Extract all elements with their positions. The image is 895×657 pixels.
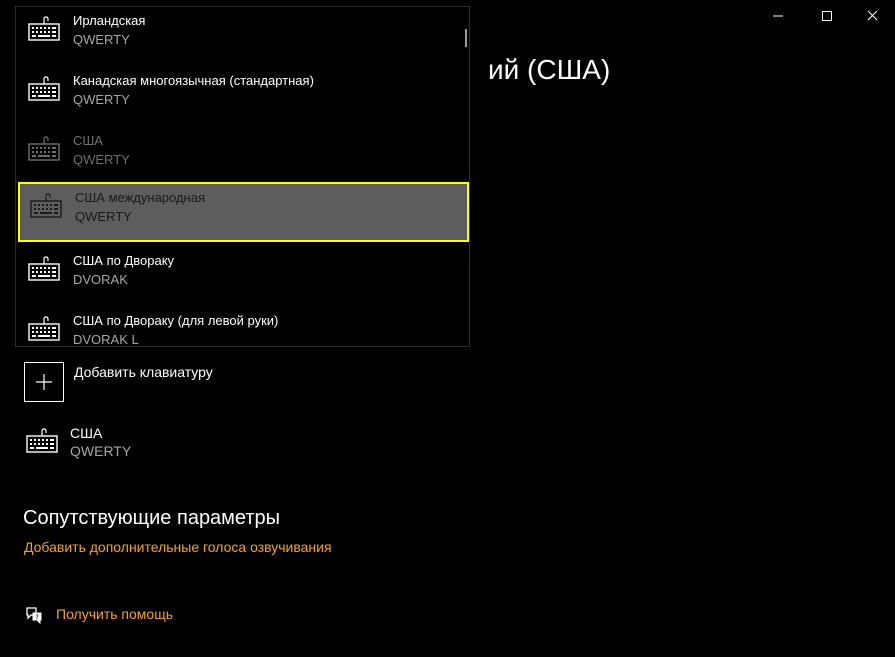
keyboard-icon bbox=[28, 256, 60, 281]
help-chat-icon: ? bbox=[26, 607, 42, 625]
keyboard-icon bbox=[28, 76, 60, 101]
dropdown-item[interactable]: Ирландская QWERTY bbox=[16, 7, 466, 65]
get-help-link[interactable]: ? Получить помощь bbox=[24, 604, 224, 626]
svg-text:?: ? bbox=[35, 614, 39, 622]
dropdown-item-name: США bbox=[73, 133, 103, 148]
keyboard-icon bbox=[26, 428, 58, 453]
keyboard-icon bbox=[28, 316, 60, 341]
dropdown-item-layout: QWERTY bbox=[73, 32, 130, 47]
add-keyboard-box bbox=[24, 362, 64, 402]
dropdown-item-name: США по Двораку (для левой руки) bbox=[73, 313, 279, 328]
dropdown-item[interactable]: США по Двораку (для левой руки) DVORAK L bbox=[16, 305, 466, 347]
close-icon bbox=[867, 10, 878, 21]
installed-keyboard-name: США bbox=[70, 425, 103, 441]
dropdown-item-layout: DVORAK L bbox=[73, 332, 139, 347]
dropdown-item-layout: QWERTY bbox=[73, 152, 130, 167]
minimize-button[interactable] bbox=[755, 0, 801, 32]
add-voices-link[interactable]: Добавить дополнительные голоса озвучиван… bbox=[24, 539, 332, 555]
dropdown-item-name: Канадская многоязычная (стандартная) bbox=[73, 73, 314, 88]
keyboard-icon bbox=[28, 136, 60, 161]
dropdown-item[interactable]: Канадская многоязычная (стандартная) QWE… bbox=[16, 65, 466, 125]
installed-keyboard-item[interactable]: США QWERTY bbox=[24, 424, 424, 464]
dropdown-item-disabled: США QWERTY bbox=[16, 125, 466, 185]
plus-icon bbox=[36, 374, 52, 390]
dropdown-item[interactable]: США по Двораку DVORAK bbox=[16, 245, 466, 305]
keyboard-icon bbox=[28, 16, 60, 41]
dropdown-item-layout: QWERTY bbox=[75, 209, 132, 224]
add-keyboard-button[interactable]: Добавить клавиатуру bbox=[24, 362, 424, 402]
maximize-icon bbox=[822, 11, 832, 21]
dropdown-item-selected[interactable]: США международная QWERTY bbox=[18, 182, 469, 242]
dropdown-item-layout: QWERTY bbox=[73, 92, 130, 107]
installed-keyboard-layout: QWERTY bbox=[70, 443, 132, 459]
dropdown-item-name: США по Двораку bbox=[73, 253, 175, 268]
get-help-label: Получить помощь bbox=[56, 606, 174, 622]
dropdown-item-name: США международная bbox=[75, 190, 206, 205]
add-keyboard-label: Добавить клавиатуру bbox=[74, 364, 213, 380]
dropdown-item-layout: DVORAK bbox=[73, 272, 128, 287]
settings-window: ий (США) Добавить клавиатуру США QWERTY … bbox=[0, 0, 895, 657]
maximize-button[interactable] bbox=[803, 0, 849, 32]
keyboard-layout-dropdown[interactable]: Ирландская QWERTY Канадская многоязычная… bbox=[15, 6, 470, 347]
keyboard-icon bbox=[30, 193, 62, 218]
related-settings-header: Сопутствующие параметры bbox=[23, 507, 281, 529]
minimize-icon bbox=[773, 15, 783, 17]
close-button[interactable] bbox=[849, 0, 895, 32]
dropdown-item-name: Ирландская bbox=[73, 13, 146, 28]
